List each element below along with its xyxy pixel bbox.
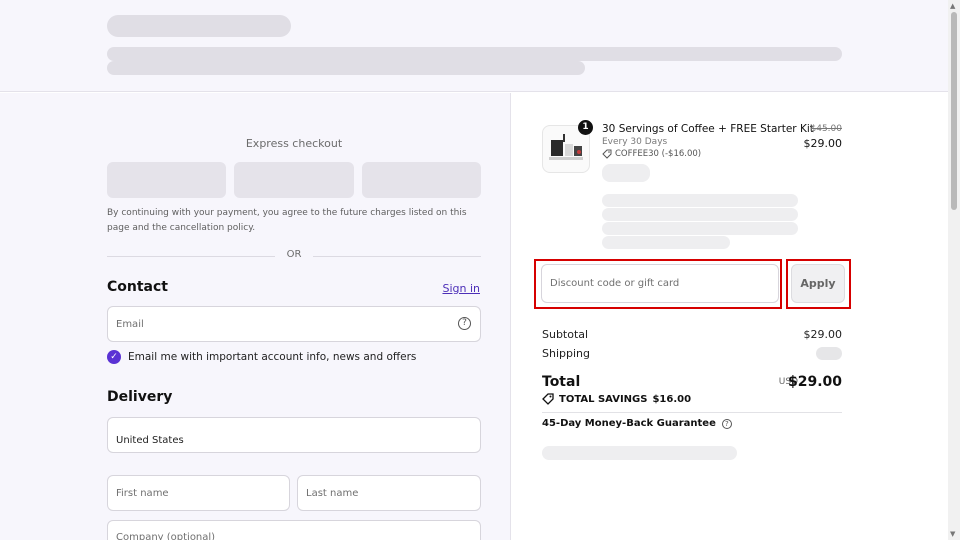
order-summary-panel: 1 30 Servings of Coffee + FREE Starter K… [512, 93, 948, 540]
scrollbar-thumb[interactable] [951, 12, 957, 210]
price-original: $45.00 [810, 124, 843, 134]
shipping-label: Shipping [542, 347, 590, 360]
total-label: Total [542, 374, 581, 390]
contact-title: Contact [107, 279, 168, 295]
or-divider: OR [107, 249, 481, 263]
first-name-field[interactable]: First name [107, 475, 290, 511]
money-back-guarantee: 45-Day Money-Back Guarantee ? [542, 418, 732, 429]
scroll-up-icon[interactable]: ▲ [950, 2, 955, 10]
savings-value: $16.00 [652, 393, 692, 405]
savings-label: TOTAL SAVINGS [559, 393, 648, 405]
marketing-checkbox-label: Email me with important account info, ne… [128, 351, 417, 363]
tag-icon [542, 393, 554, 405]
discount-code-input[interactable]: Discount code or gift card [541, 264, 779, 303]
country-select[interactable]: United States [107, 417, 481, 453]
skeleton-line-4 [602, 236, 730, 249]
price-final: $29.00 [803, 137, 843, 150]
express-pay-button-3[interactable] [362, 162, 481, 198]
scroll-down-icon[interactable]: ▼ [950, 530, 955, 538]
last-name-field[interactable]: Last name [297, 475, 481, 511]
express-legal-text: By continuing with your payment, you agr… [107, 208, 467, 233]
company-placeholder: Company (optional) [116, 532, 216, 540]
header-skeleton-line-2 [107, 61, 585, 75]
product-frequency: Every 30 Days [602, 137, 668, 147]
apply-button[interactable]: Apply [791, 264, 845, 303]
page-scrollbar[interactable]: ▲ ▼ [948, 0, 960, 540]
subtotal-value: $29.00 [803, 328, 843, 341]
header-skeleton-title [107, 15, 291, 37]
email-field[interactable]: Email ? [107, 306, 481, 342]
or-line-right [313, 256, 481, 257]
applied-discount-code: COFFEE30 (-$16.00) [615, 149, 702, 159]
product-title: 30 Servings of Coffee + FREE Starter Kit [602, 123, 814, 135]
footer-skeleton [542, 446, 737, 460]
skeleton-line-3 [602, 222, 798, 235]
info-icon[interactable]: ? [721, 418, 732, 429]
marketing-checkbox[interactable]: ✓ [107, 350, 121, 364]
help-icon[interactable]: ? [458, 317, 471, 330]
subtotal-label: Subtotal [542, 328, 589, 341]
summary-divider [542, 412, 842, 413]
total-value: $29.00 [787, 374, 842, 390]
last-name-placeholder: Last name [306, 487, 359, 499]
quantity-badge: 1 [578, 120, 593, 135]
checkout-form-panel: Express checkout By continuing with your… [0, 93, 511, 540]
sign-in-link[interactable]: Sign in [442, 282, 480, 295]
skeleton-line-1 [602, 194, 798, 207]
discount-placeholder: Discount code or gift card [550, 278, 680, 289]
express-checkout-title: Express checkout [245, 137, 343, 150]
guarantee-label: 45-Day Money-Back Guarantee [542, 418, 716, 429]
header-skeleton [0, 0, 948, 92]
country-value: United States [116, 434, 184, 446]
company-field[interactable]: Company (optional) [107, 520, 481, 540]
or-label: OR [286, 249, 302, 260]
email-placeholder: Email [116, 318, 144, 330]
express-pay-button-1[interactable] [107, 162, 226, 198]
delivery-title: Delivery [107, 389, 173, 405]
total-savings: TOTAL SAVINGS $16.00 [542, 393, 691, 405]
header-skeleton-line-1 [107, 47, 842, 61]
shipping-value-skeleton [816, 347, 842, 360]
applied-discount: COFFEE30 (-$16.00) [602, 149, 701, 159]
tag-icon [602, 149, 612, 159]
skeleton-pill [602, 164, 650, 182]
skeleton-line-2 [602, 208, 798, 221]
checkmark-icon: ✓ [110, 352, 118, 362]
first-name-placeholder: First name [116, 487, 169, 499]
express-pay-button-2[interactable] [234, 162, 354, 198]
